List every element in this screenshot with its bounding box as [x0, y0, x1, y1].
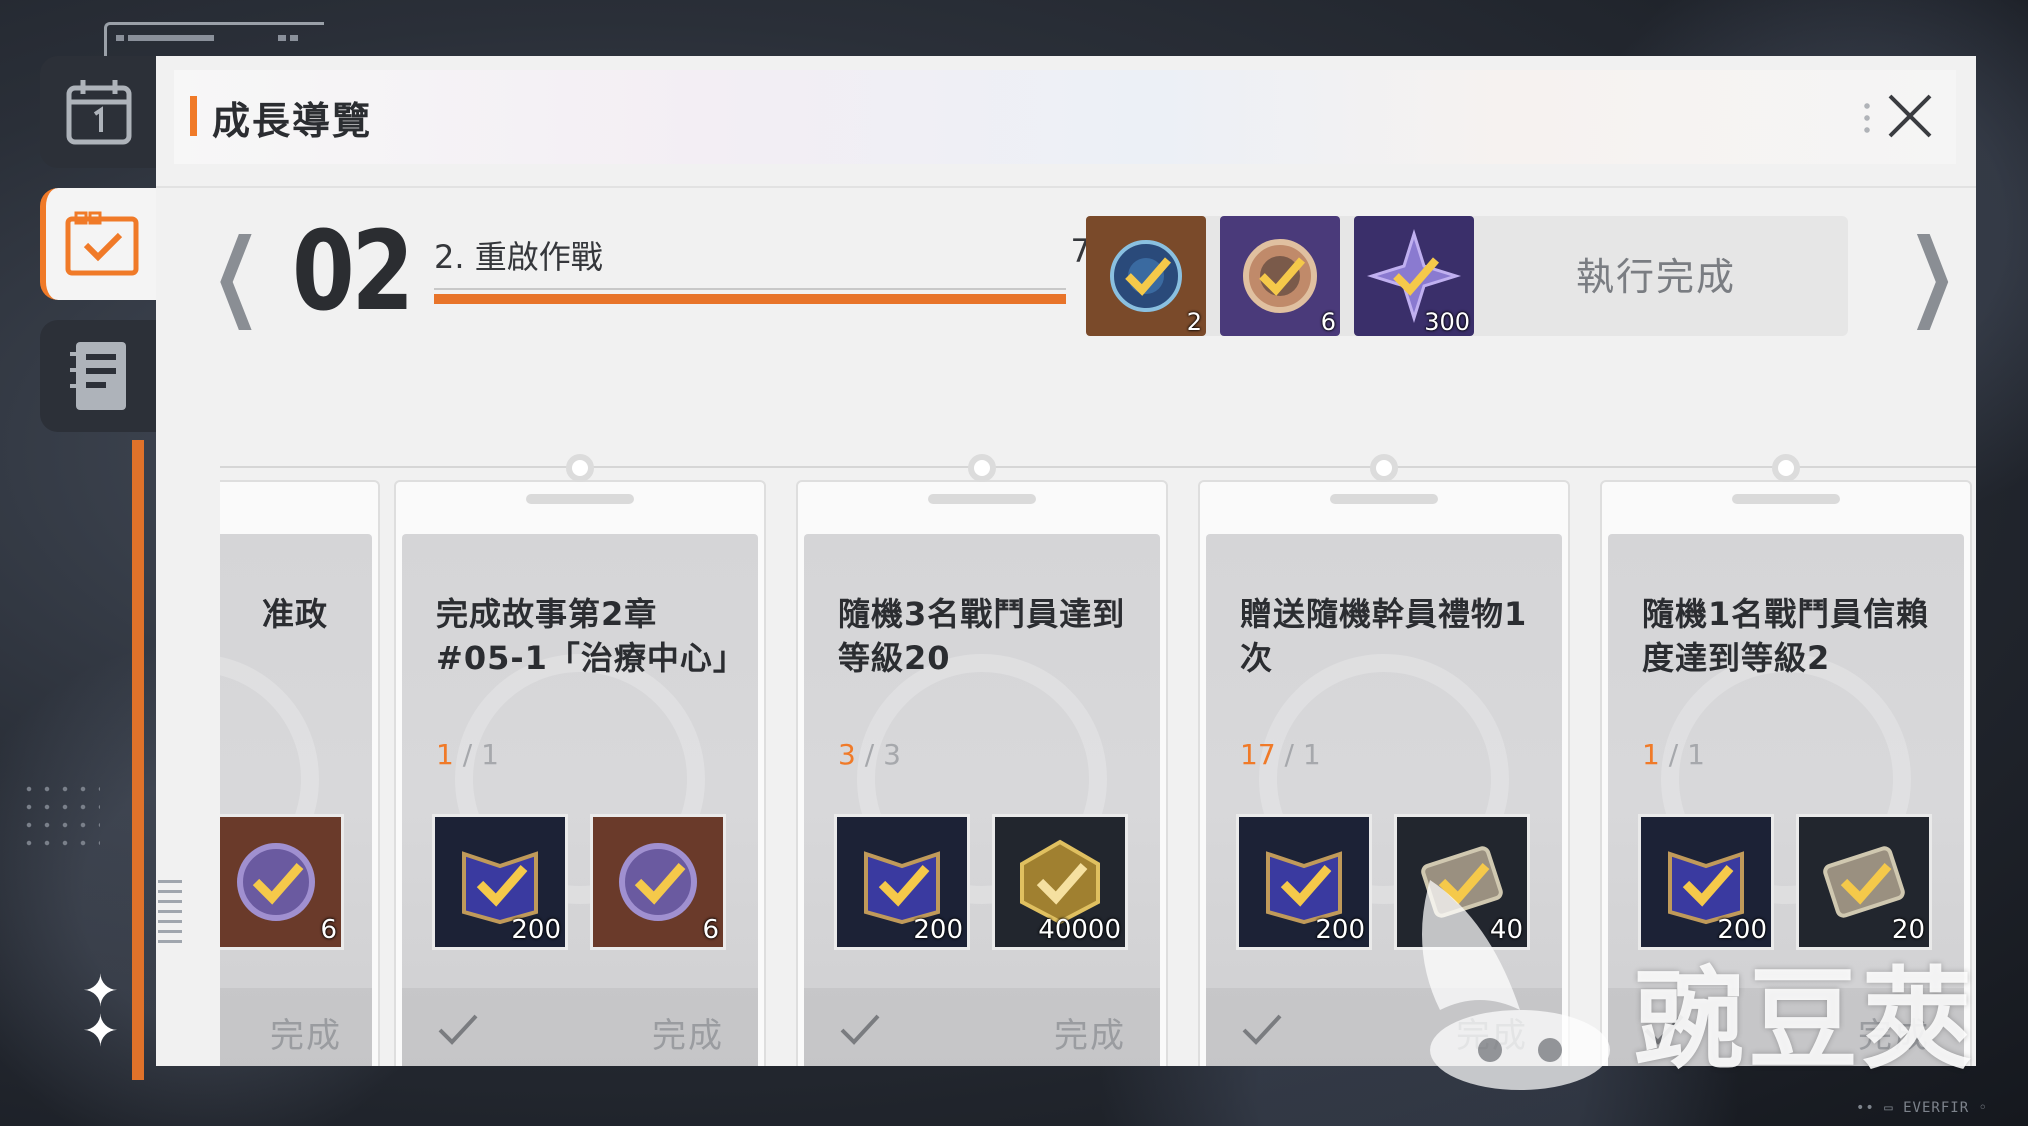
- mission-title: 贈送隨機幹員禮物1次: [1240, 595, 1528, 677]
- mission-done-label: 完成: [652, 1016, 724, 1056]
- drag-handle-icon: [1864, 100, 1870, 136]
- reward-qty: 200: [913, 915, 963, 945]
- reward-qty: 6: [1320, 308, 1336, 336]
- check-icon: [840, 1014, 880, 1045]
- notebook-icon: [70, 342, 126, 410]
- growth-guide-panel: 成長導覽 ❮ ❯ 02 2. 重啟作戰 7/7 2: [156, 56, 1976, 1066]
- watermark-logo-icon: [1422, 880, 1610, 1090]
- frame-top-bar: [116, 32, 316, 44]
- tab-calendar[interactable]: [40, 56, 158, 168]
- card-rail: [220, 466, 1976, 468]
- stage-reward[interactable]: 2: [1086, 216, 1206, 336]
- mission-count: 1 / 1: [1642, 738, 1705, 771]
- mission-footer: 完成: [220, 988, 372, 1066]
- footer-text: •• ▭ EVERFIR ◦: [1855, 1100, 1988, 1116]
- mission-rewards: 200 6: [432, 814, 726, 950]
- stage-reward[interactable]: 6: [1220, 216, 1340, 336]
- close-icon: [1888, 94, 1932, 138]
- mission-count-total: / 1: [462, 738, 499, 771]
- header-divider: [156, 186, 1976, 188]
- execute-complete-label: 執行完成: [1576, 255, 1737, 299]
- stage-reward-strip: 2 6 300 執行完成: [1086, 216, 1848, 336]
- reward-qty: 200: [511, 915, 561, 945]
- sparkle-icon: ✦: [82, 1006, 119, 1057]
- stage-progress-bar: [434, 288, 1066, 306]
- mission-rewards: 6: [220, 814, 344, 950]
- page-title: 成長導覽: [212, 99, 373, 143]
- mission-count: 17 / 1: [1240, 738, 1321, 771]
- mission-footer: 完成: [402, 988, 758, 1066]
- reward-qty: 6: [320, 915, 337, 945]
- stage-number: 02: [292, 207, 414, 335]
- mission-title: 隨機1名戰鬥員信賴度達到等級2: [1642, 595, 1930, 677]
- gear-capsule-icon: [237, 843, 315, 921]
- dots-decoration: [20, 780, 100, 852]
- card-clip: [1732, 454, 1840, 504]
- tab-growth-guide[interactable]: [40, 188, 158, 300]
- brand-watermark: 豌豆莢: [1634, 956, 1976, 1084]
- prev-stage-button[interactable]: ❮: [212, 226, 260, 322]
- reward-qty: 200: [1315, 915, 1365, 945]
- reward-qty: 40000: [1038, 915, 1121, 945]
- gear-capsule-icon: [1243, 239, 1317, 313]
- card-clip: [1330, 454, 1438, 504]
- mission-count-current: 1: [436, 738, 454, 771]
- panel-header: 成長導覽: [174, 70, 1956, 164]
- stage-reward[interactable]: 300: [1354, 216, 1474, 336]
- reward-qty: 2: [1186, 308, 1202, 336]
- mission-reward[interactable]: 6: [590, 814, 726, 950]
- mission-count-total: / 1: [1284, 738, 1321, 771]
- check-icon: [438, 1014, 478, 1045]
- card-clip: [928, 454, 1036, 504]
- mission-count-current: 17: [1240, 738, 1276, 771]
- mission-reward[interactable]: 6: [220, 814, 344, 950]
- check-icon: [1242, 1014, 1282, 1045]
- checklist-folder-icon: [65, 211, 139, 276]
- gear-capsule-icon: [619, 843, 697, 921]
- reward-qty: 300: [1424, 308, 1470, 336]
- header-accent-bar: [190, 96, 197, 136]
- mission-count-total: / 1: [1668, 738, 1705, 771]
- mission-count: 1 / 1: [436, 738, 499, 771]
- orange-rail: [132, 440, 144, 1080]
- close-button[interactable]: [1882, 88, 1938, 144]
- tab-notes[interactable]: [40, 320, 158, 432]
- reward-qty: 6: [702, 915, 719, 945]
- mission-card[interactable]: 隨機3名戰鬥員達到等級20 3 / 3 200 40000 完成: [796, 454, 1168, 1066]
- mission-footer: 完成: [804, 988, 1160, 1066]
- mission-count: 3 / 3: [838, 738, 901, 771]
- mission-card[interactable]: 完成故事第2章 #05-1「治療中心」 1 / 1 200 6 完成: [394, 454, 766, 1066]
- mission-title: 准政: [262, 595, 329, 633]
- mission-reward[interactable]: 200: [834, 814, 970, 950]
- mission-reward[interactable]: 200: [1236, 814, 1372, 950]
- mission-count-current: 3: [838, 738, 856, 771]
- mission-card[interactable]: 准政 6 完成: [220, 480, 380, 1066]
- stage-progress-fill: [434, 294, 1066, 304]
- stage-name: 2. 重啟作戰: [434, 238, 603, 276]
- card-clip: [526, 454, 634, 504]
- mission-card-body: 完成故事第2章 #05-1「治療中心」 1 / 1 200 6 完成: [402, 534, 758, 1066]
- mission-card-body: 准政 6 完成: [220, 534, 372, 1066]
- core-orb-icon: [1110, 240, 1182, 312]
- mission-count-current: 1: [1642, 738, 1660, 771]
- mission-reward[interactable]: 40000: [992, 814, 1128, 950]
- mission-count-total: / 3: [864, 738, 901, 771]
- mission-card-body: 隨機3名戰鬥員達到等級20 3 / 3 200 40000 完成: [804, 534, 1160, 1066]
- calendar-icon: [66, 80, 132, 145]
- mission-done-label: 完成: [1054, 1016, 1126, 1056]
- mission-done-label: 完成: [270, 1016, 342, 1056]
- side-deco-lines: [158, 880, 182, 950]
- mission-rewards: 200 40000: [834, 814, 1128, 950]
- next-stage-button[interactable]: ❯: [1908, 226, 1956, 322]
- mission-title: 隨機3名戰鬥員達到等級20: [838, 595, 1126, 677]
- mission-title: 完成故事第2章 #05-1「治療中心」: [436, 595, 746, 677]
- mission-reward[interactable]: 200: [432, 814, 568, 950]
